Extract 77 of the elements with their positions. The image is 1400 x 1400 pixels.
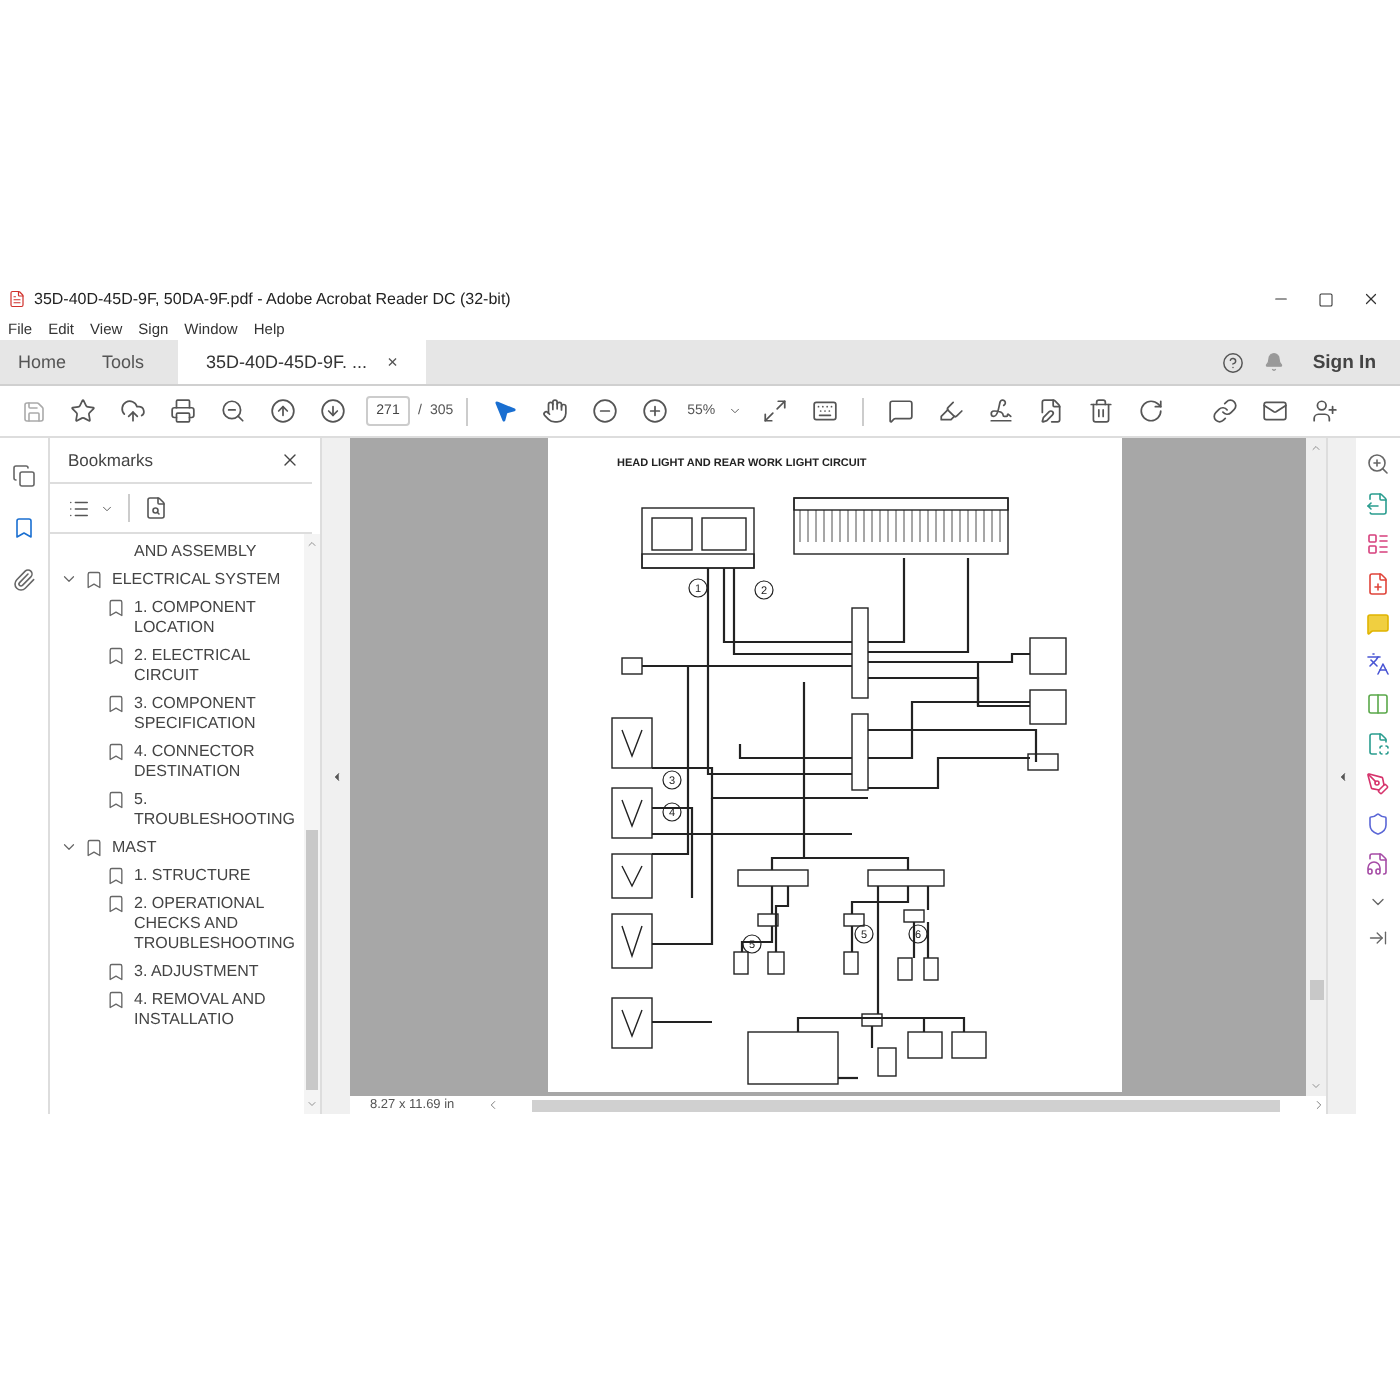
bookmark-item[interactable]: 2. ELECTRICAL CIRCUIT [106, 646, 302, 686]
rotate-icon[interactable] [1137, 398, 1164, 424]
expand-arrow-icon[interactable] [1335, 769, 1349, 783]
tab[interactable]: Home [0, 340, 85, 384]
bookmark-icon [106, 694, 126, 714]
caret-icon [727, 404, 742, 418]
find-bookmark-icon[interactable] [144, 496, 168, 520]
scroll-left-icon[interactable] [486, 1098, 500, 1112]
tab[interactable]: 35D-40D-45D-9F. ... × [178, 340, 426, 384]
close-icon[interactable] [280, 450, 300, 470]
zoom-icon[interactable] [1366, 452, 1390, 476]
scroll-thumb[interactable] [306, 830, 318, 1090]
hand-icon[interactable] [541, 398, 568, 424]
bookmark-item[interactable]: 3. COMPONENT SPECIFICATION [106, 694, 302, 734]
close-icon[interactable] [1362, 290, 1380, 308]
trash-icon[interactable] [1087, 398, 1114, 424]
bookmark-item[interactable]: AND ASSEMBLY [134, 542, 302, 562]
translate-icon[interactable] [1366, 652, 1390, 676]
create-file-icon[interactable] [1366, 572, 1390, 596]
bookmark-item[interactable]: 5. TROUBLESHOOTING [106, 790, 302, 830]
scroll-mode-icon[interactable] [811, 398, 838, 424]
bookmark-item[interactable]: 2. OPERATIONAL CHECKS AND TROUBLESHOOTING [106, 894, 302, 954]
caret-icon[interactable] [100, 501, 114, 515]
pdf-file-icon [8, 290, 26, 308]
bookmark-icon[interactable] [12, 516, 36, 540]
bookmark-item[interactable]: ELECTRICAL SYSTEM [84, 570, 300, 590]
add-user-icon[interactable] [1311, 398, 1338, 424]
zoom-plus-icon[interactable] [641, 398, 668, 424]
collapse-arrow-icon[interactable] [329, 769, 343, 783]
sign-icon[interactable] [987, 398, 1014, 424]
zoom-out-icon[interactable] [220, 398, 246, 424]
star-icon[interactable] [70, 398, 96, 424]
media-file-icon[interactable] [1366, 852, 1390, 876]
tab-close-button[interactable]: × [387, 352, 398, 372]
scrollbar[interactable] [304, 534, 320, 1114]
maximize-icon[interactable] [1318, 291, 1334, 307]
pages-icon[interactable] [12, 464, 36, 488]
mail-icon[interactable] [1261, 398, 1288, 424]
zoom-minus-icon[interactable] [591, 398, 618, 424]
link-icon[interactable] [1211, 398, 1238, 424]
previous-page-icon[interactable] [270, 398, 296, 424]
window-title: 35D-40D-45D-9F, 50DA-9F.pdf - Adobe Acrobat Reader DC (32-bit) [34, 290, 513, 308]
chevron-icon[interactable] [60, 570, 78, 588]
horizontal-scrollbar[interactable] [486, 1096, 1326, 1114]
scroll-right-icon[interactable] [1312, 1098, 1326, 1112]
bookmark-icon [106, 646, 126, 666]
collapse-pane-icon[interactable] [1368, 928, 1388, 948]
pen-icon[interactable] [1366, 772, 1390, 796]
bookmark-icon [106, 742, 126, 762]
bookmark-item[interactable]: 4. REMOVAL AND INSTALLATIO [106, 990, 302, 1030]
help-icon[interactable] [1222, 351, 1245, 373]
layout-icon[interactable] [1366, 532, 1390, 556]
fit-page-icon[interactable] [761, 398, 788, 424]
highlight-icon[interactable] [937, 398, 964, 424]
bookmark-item[interactable]: MAST [84, 838, 300, 858]
panel-title: Bookmarks [68, 450, 154, 470]
scrollbar[interactable] [1306, 438, 1326, 1096]
scroll-thumb[interactable] [1309, 980, 1323, 1000]
export-file-icon[interactable] [1366, 492, 1390, 516]
tab[interactable]: Tools [84, 340, 163, 384]
sign-in-button[interactable]: Sign In [1304, 351, 1376, 373]
upload-icon[interactable] [120, 398, 146, 424]
shield-icon[interactable] [1366, 812, 1390, 836]
bookmark-icon [106, 790, 126, 810]
bookmark-item[interactable]: 4. CONNECTOR DESTINATION [106, 742, 302, 782]
scan-file-icon[interactable] [1366, 732, 1390, 756]
next-page-icon[interactable] [320, 398, 346, 424]
cursor-icon[interactable] [491, 398, 518, 424]
paperclip-icon[interactable] [12, 568, 36, 592]
bookmark-item[interactable]: 3. ADJUSTMENT [106, 962, 302, 982]
columns-icon[interactable] [1366, 692, 1390, 716]
chevron-icon[interactable] [60, 838, 78, 856]
comment-icon[interactable] [887, 398, 914, 424]
bookmark-item[interactable]: 1. COMPONENT LOCATION [106, 598, 302, 638]
fill-sign-icon[interactable] [1037, 398, 1064, 424]
print-icon[interactable] [170, 398, 196, 424]
bookmark-item[interactable]: 1. STRUCTURE [106, 866, 302, 886]
